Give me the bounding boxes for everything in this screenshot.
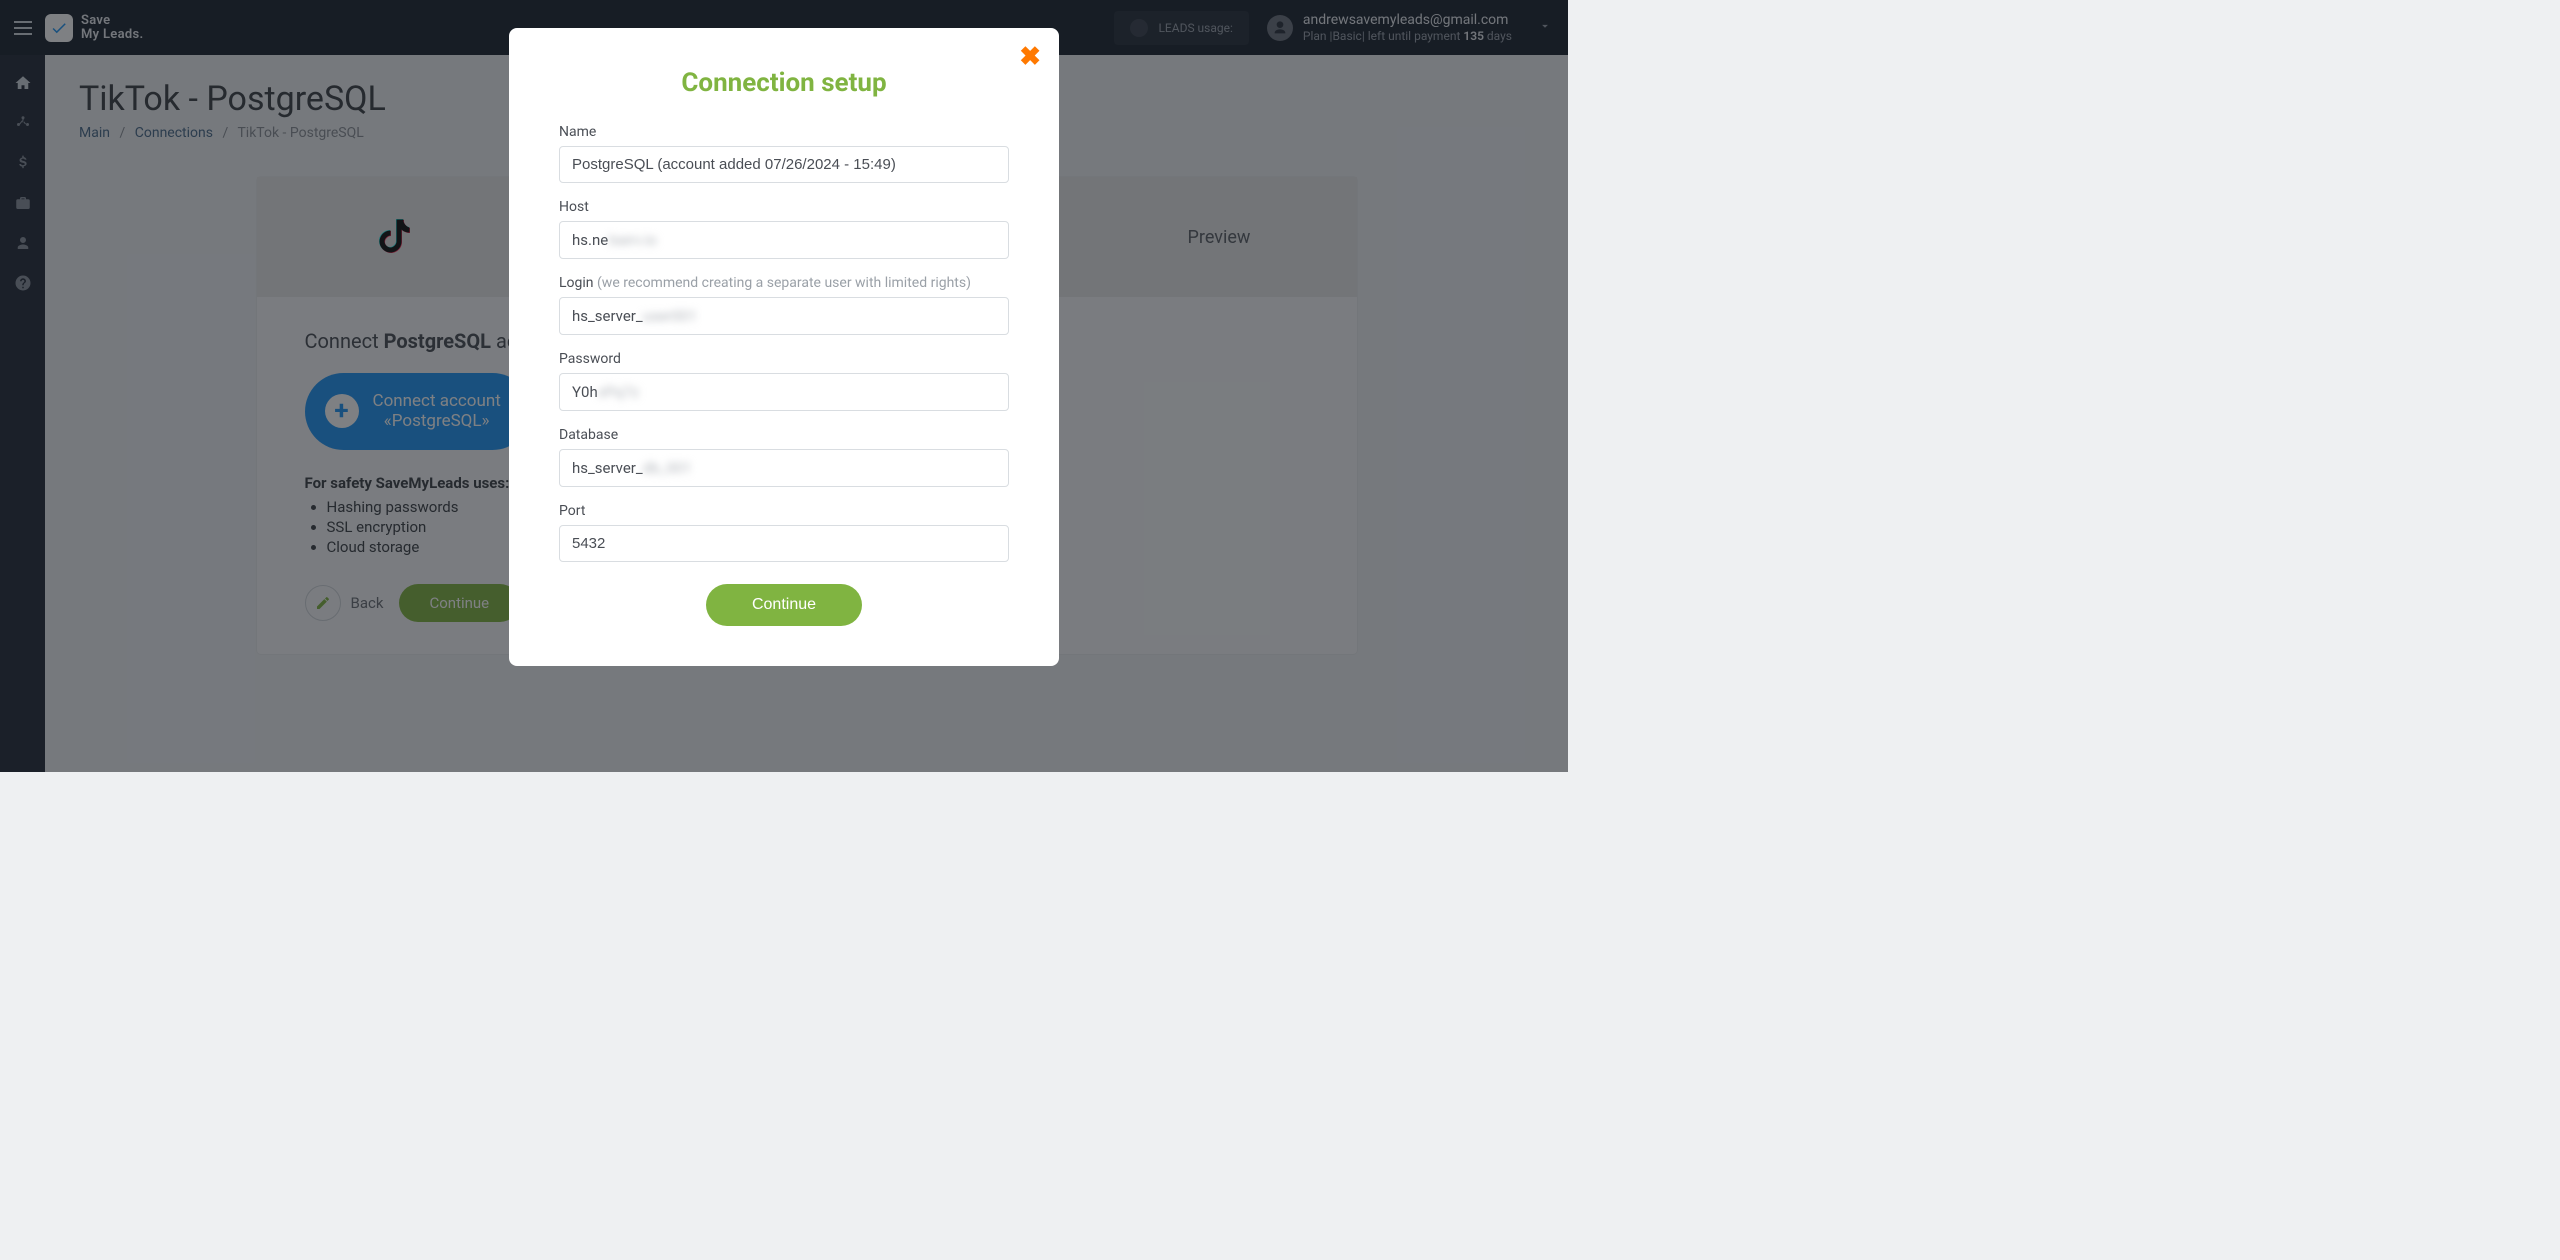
modal-title: Connection setup (559, 68, 1009, 98)
port-label: Port (559, 503, 1009, 519)
modal-close-button[interactable]: ✖ (1019, 44, 1041, 70)
password-input[interactable]: Y0hxPq7z (559, 373, 1009, 411)
host-label: Host (559, 199, 1009, 215)
name-label: Name (559, 124, 1009, 140)
host-input[interactable]: hs.netserv.io (559, 221, 1009, 259)
field-login: Login (we recommend creating a separate … (559, 275, 1009, 335)
field-host: Host hs.netserv.io (559, 199, 1009, 259)
field-port: Port (559, 503, 1009, 562)
database-label: Database (559, 427, 1009, 443)
connection-setup-modal: ✖ Connection setup Name Host hs.netserv.… (509, 28, 1059, 666)
field-password: Password Y0hxPq7z (559, 351, 1009, 411)
port-input[interactable] (559, 525, 1009, 562)
login-label: Login (we recommend creating a separate … (559, 275, 1009, 291)
modal-overlay[interactable]: ✖ Connection setup Name Host hs.netserv.… (0, 0, 1568, 772)
field-name: Name (559, 124, 1009, 183)
login-input[interactable]: hs_server_user001 (559, 297, 1009, 335)
modal-continue-button[interactable]: Continue (706, 584, 862, 626)
database-input[interactable]: hs_server_db_001 (559, 449, 1009, 487)
password-label: Password (559, 351, 1009, 367)
field-database: Database hs_server_db_001 (559, 427, 1009, 487)
name-input[interactable] (559, 146, 1009, 183)
